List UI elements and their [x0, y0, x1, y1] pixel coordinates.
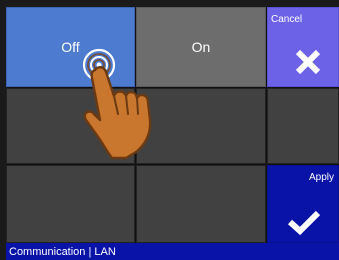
on-button[interactable]: On	[136, 7, 266, 87]
empty-cell	[136, 88, 266, 164]
cancel-button[interactable]: Cancel	[267, 7, 339, 87]
empty-cell	[267, 88, 339, 164]
apply-button[interactable]: Apply	[267, 165, 339, 243]
check-icon	[287, 210, 321, 236]
close-icon	[295, 49, 321, 75]
apply-button-label: Apply	[308, 172, 334, 183]
off-button-label: Off	[61, 39, 80, 55]
empty-cell	[6, 88, 135, 164]
top-frame	[0, 0, 339, 7]
status-bar-text: Communication | LAN	[9, 245, 116, 258]
off-button[interactable]: Off	[6, 7, 135, 87]
on-button-label: On	[191, 39, 211, 55]
empty-cell	[136, 165, 266, 243]
empty-cell	[6, 165, 135, 243]
status-bar: Communication | LAN	[6, 243, 339, 260]
cancel-button-label: Cancel	[271, 14, 303, 25]
